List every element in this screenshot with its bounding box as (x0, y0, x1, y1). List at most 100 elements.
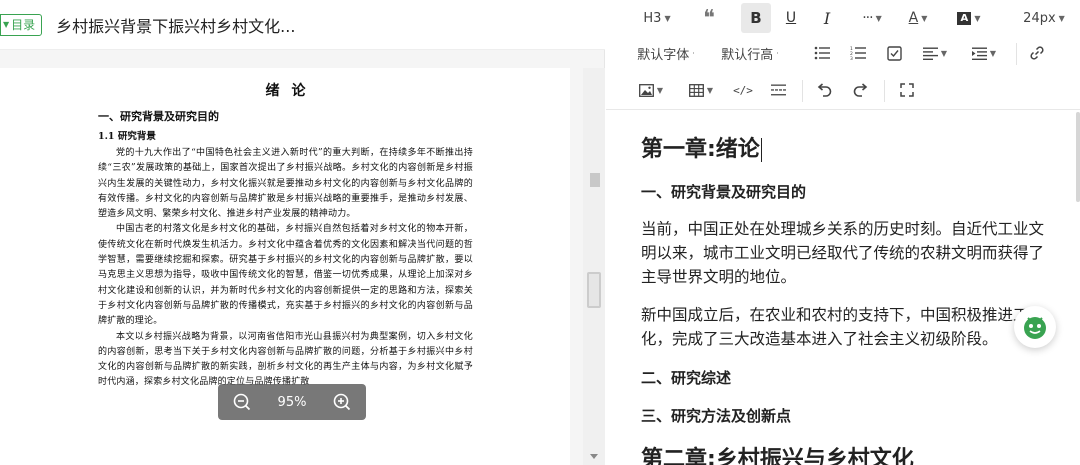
page-paragraph: 中国古老的村落文化是乡村文化的基础，乡村振兴自然包括着对乡村文化的物本开新，使传… (98, 224, 473, 327)
quote-button[interactable]: ❝ (698, 3, 720, 33)
page-paragraph: 党的十九大作出了“中国特色社会主义进入新时代”的重大判断，在持续多年不断推出持续… (98, 148, 473, 220)
caret-down-icon: ▼ (940, 48, 948, 58)
toolbar-row-3: ▼ ▼ </> (606, 72, 1080, 108)
caret-down-icon: ▼ (656, 85, 664, 95)
code-button[interactable]: </> (732, 75, 754, 105)
caret-down-icon: ▼ (875, 13, 882, 23)
page-content: 绪论 一、研究背景及研究目的 1.1 研究背景 党的十九大作出了“中国特色社会主… (98, 80, 473, 391)
table-icon (688, 83, 704, 97)
image-button[interactable]: ▼ (636, 75, 666, 105)
caret-down-icon: ▼ (664, 13, 671, 23)
heading-value: H3 (643, 10, 662, 26)
table-button[interactable]: ▼ (686, 75, 716, 105)
caret-down-icon: ▼ (1058, 13, 1065, 23)
toolbar-divider (884, 80, 885, 102)
indent-icon (971, 47, 987, 60)
editor-scrollbar[interactable] (1076, 112, 1080, 202)
editor-heading-2[interactable]: 一、研究背景及研究目的 (641, 181, 1080, 203)
italic-icon: I (823, 8, 831, 28)
redo-button[interactable] (850, 75, 872, 105)
line-height-select[interactable]: 默认行高 · (719, 38, 781, 68)
scroll-thumb[interactable] (587, 272, 601, 308)
redo-icon (853, 83, 868, 97)
italic-button[interactable]: I (816, 3, 838, 33)
link-button[interactable] (1026, 38, 1048, 68)
toolbar-row-2: 默认字体 · 默认行高 · 1 2 3 ▼ ▼ (606, 35, 1080, 71)
divider-button[interactable] (767, 75, 789, 105)
caret-down-icon: ▼ (989, 48, 997, 58)
caret-down-icon: ▼ (706, 85, 714, 95)
more-format-button[interactable]: ··· ▼ (854, 3, 890, 33)
checklist-button[interactable] (883, 38, 905, 68)
font-color-button[interactable]: A ▼ (903, 3, 933, 33)
page-title: 绪论 (265, 83, 318, 99)
undo-icon (817, 83, 832, 97)
document-title: 乡村振兴背景下振兴村乡村文化... (56, 16, 296, 36)
bold-button[interactable]: B (741, 3, 771, 33)
editor-paragraph[interactable]: 当前，中国正处在处理城乡关系的历史时刻。自近代工业文明以来，城市工业文明已经取代… (641, 217, 1051, 289)
assistant-float-button[interactable] (1014, 306, 1056, 348)
background-color-button[interactable]: A ▼ (953, 3, 985, 33)
scroll-marker[interactable] (590, 173, 600, 187)
more-icon: ··· (862, 10, 873, 26)
heading-select[interactable]: H3 ▼ (636, 3, 678, 33)
numbered-list-button[interactable]: 1 2 3 (847, 38, 869, 68)
bullet-list-icon (814, 46, 830, 60)
toc-button[interactable]: ▼ 目录 (0, 13, 43, 36)
zoom-in-icon (334, 393, 351, 411)
align-left-icon (922, 47, 938, 60)
editor-heading-1[interactable]: 第一章:绪论 (641, 131, 1080, 163)
page-paragraph: 本文以乡村振兴战略为背景，以河南省信阳市光山县振兴村为典型案例，切入乡村文化的内… (98, 331, 473, 388)
preview-header: ▼ 目录 乡村振兴背景下振兴村乡村文化... (0, 0, 605, 50)
quote-icon: ❝ (703, 5, 715, 31)
font-size-value: 24px (1023, 10, 1056, 26)
editor-heading-1[interactable]: 第二章:乡村振兴与乡村文化 (641, 441, 1080, 465)
toolbar-divider (802, 80, 803, 102)
line-height-value: 默认行高 (721, 47, 774, 63)
editor-pane: H3 ▼ ❝ B U I ··· ▼ A ▼ A ▼ 24px ▼ 默认字体 ·… (606, 0, 1080, 465)
caret-down-icon: ▼ (3, 20, 10, 29)
font-color-icon: A (908, 10, 919, 26)
link-icon (1030, 46, 1044, 60)
editor-toolbar: H3 ▼ ❝ B U I ··· ▼ A ▼ A ▼ 24px ▼ 默认字体 ·… (606, 0, 1080, 110)
numbered-list-icon: 1 2 3 (850, 46, 866, 60)
editor-heading-2[interactable]: 二、研究综述 (641, 367, 1080, 389)
zoom-out-button[interactable] (231, 391, 253, 413)
image-icon (638, 83, 654, 97)
horizontal-rule-icon (770, 84, 786, 96)
underline-icon: U (785, 10, 797, 26)
text-cursor (760, 138, 762, 162)
fullscreen-icon (900, 83, 914, 97)
toolbar-divider (1016, 43, 1017, 65)
zoom-in-button[interactable] (331, 391, 353, 413)
indent-button[interactable]: ▼ (967, 38, 1001, 68)
caret-down-icon: ▼ (921, 13, 928, 23)
bullet-list-button[interactable] (811, 38, 833, 68)
app-root: ▼ 目录 乡村振兴背景下振兴村乡村文化... 绪论 一、研究背景及研究目的 1.… (0, 0, 1080, 465)
editor-content[interactable]: 第一章:绪论 一、研究背景及研究目的 当前，中国正处在处理城乡关系的历史时刻。自… (606, 111, 1080, 465)
dot-icon: · (692, 48, 695, 58)
heading-text: 第一章:绪论 (641, 137, 760, 162)
font-family-select[interactable]: 默认字体 · (636, 38, 696, 68)
page-heading-1: 一、研究背景及研究目的 (98, 110, 219, 123)
checkbox-icon (886, 45, 902, 61)
undo-button[interactable] (813, 75, 835, 105)
preview-scrollbar[interactable] (583, 68, 605, 465)
caret-down-icon: ▼ (974, 13, 981, 23)
fullscreen-button[interactable] (896, 75, 918, 105)
zoom-control: 95% (218, 384, 366, 420)
scroll-down-arrow-icon[interactable] (590, 454, 598, 459)
underline-button[interactable]: U (780, 3, 802, 33)
editor-heading-2[interactable]: 三、研究方法及创新点 (641, 405, 1080, 427)
zoom-level: 95% (277, 394, 307, 410)
font-size-select[interactable]: 24px ▼ (1018, 3, 1070, 33)
toolbar-row-1: H3 ▼ ❝ B U I ··· ▼ A ▼ A ▼ 24px ▼ (606, 0, 1080, 36)
assistant-icon (1024, 317, 1046, 339)
document-preview-pane: ▼ 目录 乡村振兴背景下振兴村乡村文化... 绪论 一、研究背景及研究目的 1.… (0, 0, 605, 465)
page-heading-2: 1.1 研究背景 (98, 131, 156, 142)
svg-text:3: 3 (850, 56, 853, 60)
editor-paragraph[interactable]: 新中国成立后，在农业和农村的支持下，中国积极推进工业化，完成了三大改造基本进入了… (641, 303, 1051, 351)
toc-label: 目录 (11, 18, 36, 32)
font-family-value: 默认字体 (637, 47, 690, 63)
align-button[interactable]: ▼ (918, 38, 952, 68)
